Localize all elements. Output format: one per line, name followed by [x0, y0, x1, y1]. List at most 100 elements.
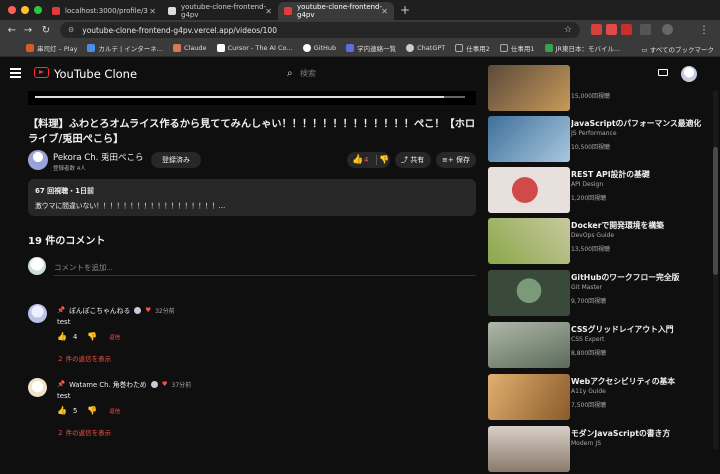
recommended-video[interactable]: GitHubのワークフロー完全版 Git Master 9,700回視聴: [488, 270, 716, 318]
extensions-puzzle-icon[interactable]: [640, 24, 651, 35]
video-player[interactable]: [28, 91, 476, 105]
search-input[interactable]: [300, 66, 480, 80]
browser-tab-2[interactable]: youtube-clone-frontend-g4pv ✕: [162, 2, 278, 20]
extension-icon[interactable]: [621, 24, 632, 35]
recommended-video[interactable]: CSSグリッドレイアウト入門 CSS Expert 8,800回視聴: [488, 322, 716, 370]
browser-menu-icon[interactable]: ⋮: [696, 25, 712, 36]
comment-author[interactable]: ぽんぽこちゃんねる: [69, 305, 130, 315]
subscriber-count: 登録者数 4人: [53, 166, 86, 172]
youtube-favicon-icon: [284, 7, 292, 15]
bookmark-item[interactable]: GitHub: [302, 44, 336, 52]
bookmark-favicon-icon: [406, 44, 415, 52]
progress-fill: [35, 96, 444, 98]
reload-icon[interactable]: ↻: [38, 25, 54, 36]
close-tab-icon[interactable]: ✕: [265, 7, 272, 16]
video-title[interactable]: Webアクセシビリティの基本: [571, 376, 711, 387]
close-window-button[interactable]: [8, 6, 16, 14]
extension-icon[interactable]: [591, 24, 602, 35]
minimize-window-button[interactable]: [21, 6, 29, 14]
search-icon[interactable]: ⌕: [287, 68, 293, 79]
tab-title: localhost:3000/profile/3: [65, 7, 148, 15]
app-title[interactable]: YouTube Clone: [54, 67, 137, 81]
comment-time: 32分前: [155, 307, 175, 315]
video-thumbnail[interactable]: [488, 65, 570, 111]
bookmark-item[interactable]: JR東日本：モバイル...: [544, 43, 620, 53]
scrollbar-thumb[interactable]: [713, 147, 718, 275]
all-bookmarks-folder[interactable]: ▭ すべてのブックマーク: [641, 44, 714, 54]
video-channel: Modern JS: [571, 440, 601, 447]
dislike-icon[interactable]: 👎: [87, 406, 97, 415]
close-tab-icon[interactable]: ✕: [149, 7, 156, 16]
video-title[interactable]: CSSグリッドレイアウト入門: [571, 324, 711, 335]
forward-arrow-icon[interactable]: →: [20, 25, 36, 36]
recommended-video[interactable]: Dockerで開発環境を構築 DevOps Guide 13,500回視聴: [488, 218, 716, 266]
subscribed-button[interactable]: 登録済み: [151, 152, 201, 168]
comment-like-count: 5: [72, 406, 78, 415]
address-bar[interactable]: ⚙ youtube-clone-frontend-g4pv.vercel.app…: [60, 22, 580, 38]
dislike-button-icon[interactable]: 👎: [379, 152, 389, 168]
recommended-video[interactable]: REST API設計の基礎 API Design 1,200回視聴: [488, 167, 716, 215]
zoom-window-button[interactable]: [34, 6, 42, 14]
profile-icon[interactable]: [662, 24, 673, 35]
video-title[interactable]: Dockerで開発環境を構築: [571, 220, 711, 231]
like-icon[interactable]: 👍: [57, 332, 67, 341]
video-title[interactable]: GitHubのワークフロー完全版: [571, 272, 711, 283]
channel-name[interactable]: Pekora Ch. 兎田ぺこら: [53, 151, 144, 163]
reply-button[interactable]: 返信: [109, 333, 120, 341]
progress-track[interactable]: [35, 96, 465, 98]
dislike-icon[interactable]: 👎: [87, 332, 97, 341]
bookmark-item[interactable]: 串司灯 – Play: [26, 43, 77, 53]
recommended-video[interactable]: Webアクセシビリティの基本 A11y Guide 7,500回視聴: [488, 374, 716, 422]
channel-avatar[interactable]: [28, 150, 48, 170]
video-title[interactable]: モダンJavaScriptの書き方: [571, 428, 711, 439]
video-thumbnail[interactable]: [488, 322, 570, 368]
video-title: 【料理】ふわとろオムライス作るから見ててみんしゃい！！！！！！！！！！！！！ぺこ…: [28, 119, 476, 145]
menu-icon[interactable]: [10, 68, 21, 78]
like-icon[interactable]: 👍: [57, 406, 67, 415]
bookmark-star-icon[interactable]: ☆: [564, 25, 572, 35]
bookmark-item[interactable]: ChatGPT: [406, 44, 445, 52]
site-info-icon[interactable]: ⚙: [68, 26, 74, 34]
new-tab-icon[interactable]: +: [400, 3, 410, 17]
browser-tab-1[interactable]: localhost:3000/profile/3 ✕: [46, 2, 162, 20]
video-thumbnail[interactable]: [488, 218, 570, 264]
window-controls: [0, 6, 46, 14]
share-icon: ⤴: [401, 156, 411, 164]
bookmark-folder[interactable]: 仕事用1: [499, 43, 535, 53]
video-thumbnail[interactable]: [488, 270, 570, 316]
video-thumbnail[interactable]: [488, 116, 570, 162]
show-replies-button[interactable]: ２ 件の返信を表示: [57, 353, 111, 363]
bookmark-favicon-icon: [172, 44, 181, 52]
recommended-video[interactable]: 15,000回視聴: [488, 65, 716, 113]
comment-author[interactable]: Watame Ch. 角巻わため: [69, 379, 147, 389]
extension-icon[interactable]: [606, 24, 617, 35]
comment-author-avatar[interactable]: [28, 378, 47, 397]
video-title[interactable]: REST API設計の基礎: [571, 169, 711, 180]
bookmark-item[interactable]: カルテ | インターネ...: [87, 43, 163, 53]
like-button-icon[interactable]: 👍: [352, 152, 363, 168]
recommended-video[interactable]: JavaScriptのパフォーマンス最適化 JS Performance 10,…: [488, 116, 716, 164]
video-thumbnail[interactable]: [488, 374, 570, 420]
bookmark-item[interactable]: 学内連絡一覧: [346, 43, 396, 53]
video-title[interactable]: JavaScriptのパフォーマンス最適化: [571, 118, 711, 129]
view-stats: 67 回視聴・1日前: [35, 187, 95, 195]
bookmark-item[interactable]: Cursor - The AI Co...: [216, 44, 293, 52]
comment-author-avatar[interactable]: [28, 304, 47, 323]
close-tab-icon[interactable]: ✕: [381, 7, 388, 16]
reply-button[interactable]: 返信: [109, 407, 120, 415]
show-replies-button[interactable]: ２ 件の返信を表示: [57, 427, 111, 437]
recommended-video[interactable]: モダンJavaScriptの書き方 Modern JS: [488, 426, 716, 474]
url-text: youtube-clone-frontend-g4pv.vercel.app/v…: [82, 25, 277, 35]
comment-input[interactable]: [54, 260, 474, 274]
description-box[interactable]: 67 回視聴・1日前 激ウマに間違いない！！！！！！！！！！！！！！！！！！…: [28, 179, 476, 216]
youtube-logo-icon[interactable]: [34, 67, 49, 78]
back-arrow-icon[interactable]: ←: [4, 25, 20, 36]
bookmark-item[interactable]: Claude: [172, 44, 207, 52]
video-thumbnail[interactable]: [488, 167, 570, 213]
save-button[interactable]: ≡+ 保存: [436, 152, 476, 168]
share-button[interactable]: ⤴ 共有: [395, 152, 431, 168]
browser-tab-3[interactable]: youtube-clone-frontend-g4pv ✕: [278, 2, 394, 20]
video-thumbnail[interactable]: [488, 426, 570, 472]
pin-icon: 📌: [57, 380, 66, 388]
bookmark-folder[interactable]: 仕事用2: [455, 43, 490, 53]
